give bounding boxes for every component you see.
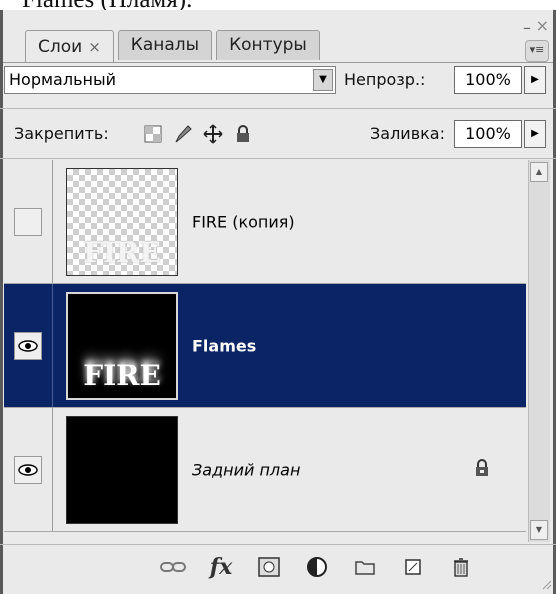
tab-paths-label: Контуры [229, 35, 307, 55]
panel-close-button[interactable]: × [536, 16, 549, 35]
layer-visibility-toggle[interactable] [14, 331, 42, 360]
tab-layers[interactable]: Слои × [25, 30, 114, 63]
opacity-input[interactable]: 100% [454, 66, 522, 94]
resize-grip-icon[interactable] [540, 578, 552, 590]
layer-name[interactable]: Задний план [192, 460, 300, 479]
layer-row[interactable]: Задний план [4, 408, 526, 532]
chevron-down-icon[interactable]: ▼ [313, 69, 333, 91]
layer-mask-icon[interactable] [256, 554, 282, 580]
new-layer-icon[interactable] [400, 554, 426, 580]
divider [0, 544, 556, 545]
panel-menu-icon: ▾≡ [529, 43, 545, 56]
layer-name[interactable]: FIRE (копия) [192, 212, 295, 231]
tab-channels-label: Каналы [130, 35, 200, 55]
blend-mode-value: Нормальный [9, 70, 116, 89]
fill-value: 100% [465, 124, 511, 143]
lock-position-icon[interactable] [203, 124, 223, 144]
lock-all-icon[interactable] [233, 124, 253, 144]
tabs-divider [3, 62, 553, 63]
panel-minimize-button[interactable]: – [523, 18, 531, 37]
tab-layers-label: Слои [38, 36, 83, 57]
tab-close-icon[interactable]: × [88, 32, 101, 63]
layer-visibility-toggle[interactable] [14, 207, 42, 236]
layer-row[interactable]: FIRE FIRE (копия) [4, 160, 526, 284]
thumbnail-text: FIRE [83, 236, 161, 269]
lock-options [143, 124, 253, 144]
fill-label: Заливка: [370, 124, 445, 143]
lock-image-pixels-icon[interactable] [173, 124, 193, 144]
divider [0, 108, 556, 109]
blend-mode-select[interactable]: Нормальный ▼ [4, 66, 336, 94]
scroll-down-button[interactable]: ▼ [530, 520, 548, 540]
tab-paths[interactable]: Контуры [216, 30, 320, 60]
layer-row-selected[interactable]: FIRE Flames [4, 284, 526, 408]
divider [52, 160, 53, 283]
thumbnail-text: FIRE [83, 359, 161, 392]
link-layers-icon[interactable] [160, 554, 186, 580]
opacity-slider-button[interactable]: ▶ [524, 66, 546, 94]
layers-list: FIRE FIRE (копия) FIRE Flames Задний пла… [4, 160, 526, 542]
trash-icon[interactable] [448, 554, 474, 580]
triangle-right-icon: ▶ [531, 74, 539, 85]
fill-input[interactable]: 100% [454, 120, 522, 148]
layers-scrollbar[interactable]: ▲ ▼ [528, 160, 550, 542]
layer-thumbnail[interactable] [66, 416, 178, 524]
opacity-value: 100% [465, 70, 511, 89]
panel-menu-button[interactable]: ▾≡ [525, 40, 549, 62]
adjustment-layer-icon[interactable] [304, 554, 330, 580]
layer-thumbnail[interactable]: FIRE [66, 292, 178, 400]
lock-transparent-pixels-icon[interactable] [143, 124, 163, 144]
divider [0, 158, 556, 159]
fill-slider-button[interactable]: ▶ [524, 120, 546, 148]
new-group-icon[interactable] [352, 554, 378, 580]
layer-thumbnail[interactable]: FIRE [66, 168, 178, 276]
lock-icon [474, 458, 490, 481]
fx-icon[interactable]: fx [208, 554, 234, 580]
tab-channels[interactable]: Каналы [117, 30, 213, 60]
eye-icon [18, 339, 38, 352]
opacity-label: Непрозр.: [344, 70, 426, 89]
panel-tabs: Слои × Каналы Контуры [25, 30, 324, 63]
scroll-up-button[interactable]: ▲ [530, 162, 548, 182]
triangle-right-icon: ▶ [531, 128, 539, 139]
divider [52, 408, 53, 531]
lock-label: Закрепить: [14, 124, 109, 143]
divider [52, 284, 53, 407]
layer-visibility-toggle[interactable] [14, 455, 42, 484]
layer-name[interactable]: Flames [192, 336, 256, 355]
layers-bottom-toolbar: fx [0, 546, 556, 594]
fx-label: fx [209, 554, 233, 580]
eye-icon [18, 463, 38, 476]
